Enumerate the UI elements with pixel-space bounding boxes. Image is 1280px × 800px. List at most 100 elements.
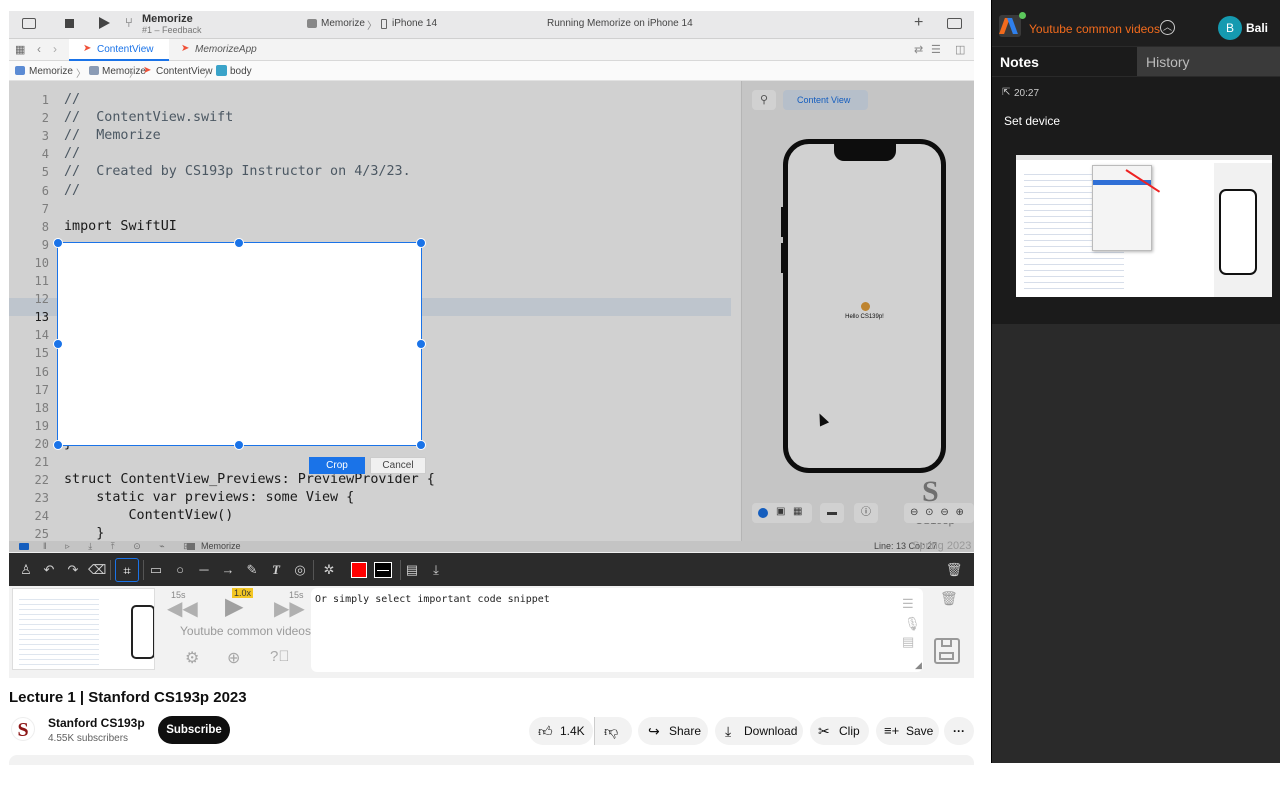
thumbnail-phone [131, 605, 155, 659]
panel-icon[interactable]: ◫ [955, 43, 965, 56]
line-style-swatch[interactable] [374, 562, 392, 578]
scheme-name[interactable]: Memorize [321, 18, 365, 29]
scissors-icon: ✂ [818, 717, 830, 745]
speed-badge[interactable]: 1.0x [232, 588, 253, 598]
description-box[interactable] [9, 755, 974, 765]
list-icon[interactable]: ☰ [931, 43, 941, 56]
rewind-icon[interactable]: ◀◀ [167, 596, 198, 621]
crop-selection[interactable] [58, 243, 421, 445]
rectangle-icon[interactable]: ▭ [147, 561, 165, 579]
dislike-button[interactable]: 👎︎ [594, 717, 632, 745]
settings-icon[interactable]: ⚙ [185, 648, 199, 668]
screenshot-phone [1219, 189, 1257, 275]
swift-icon: ➤ [181, 43, 189, 54]
channel-avatar[interactable]: S [11, 717, 35, 741]
arrow-icon[interactable]: → [219, 561, 237, 579]
note-screenshot[interactable] [1016, 155, 1272, 297]
video-thumbnail[interactable] [12, 588, 155, 670]
share-button[interactable]: ↪ Share [638, 717, 708, 745]
trash-icon[interactable]: 🗑 [945, 561, 963, 579]
download-icon[interactable]: ⤓ [427, 561, 445, 579]
mic-icon[interactable]: 🎙 [904, 616, 921, 632]
stanford-s-icon: S [17, 719, 28, 741]
channel-name[interactable]: Stanford CS193p [48, 716, 145, 730]
chevron-right-icon: 〉 [367, 17, 377, 32]
brush-icon[interactable]: ♙ [17, 561, 35, 579]
device-name[interactable]: iPhone 14 [392, 18, 437, 29]
eraser-icon[interactable]: ⌫ [88, 561, 106, 579]
breadcrumb-item[interactable]: body [230, 66, 252, 77]
online-dot [1019, 12, 1026, 19]
tab-label: ContentView [97, 44, 154, 55]
thumbs-up-icon: 👍︎ [538, 717, 553, 745]
clip-button[interactable]: ✂ Clip [810, 717, 869, 745]
add-icon[interactable]: + [914, 14, 923, 32]
inspector-toggle-icon[interactable] [947, 18, 962, 29]
playlist-title[interactable]: Youtube common videos [1029, 22, 1160, 36]
pen-icon[interactable]: ✎ [243, 561, 261, 579]
save-button[interactable]: ≡+ Save [876, 717, 939, 745]
delete-note-icon[interactable]: 🗑 [940, 590, 958, 607]
breadcrumb: Memorize 〉 Memorize 〉 ➤ ContentView 〉 bo… [9, 61, 974, 81]
sidebar-toggle-icon [22, 18, 36, 29]
scheme-icon [307, 19, 317, 28]
blur-icon[interactable]: ◎ [291, 561, 309, 579]
split-icon[interactable]: ⇄ [914, 43, 923, 56]
note-card[interactable]: ⇱ 20:27 ⋮ Set device [992, 77, 1280, 324]
editor-tabs: ▦ ‹ › ➤ ContentView ➤ MemorizeApp ⇄ ☰ ◫ [9, 39, 974, 61]
circle-icon[interactable]: ○ [171, 561, 189, 579]
tab-memorizeapp[interactable]: ➤ MemorizeApp [171, 39, 281, 61]
tab-notes[interactable]: Notes [992, 47, 1137, 76]
open-external-icon[interactable]: ⇱ [1002, 87, 1010, 98]
playlist-add-icon: ≡+ [884, 717, 899, 745]
tab-notes-label: Notes [1000, 54, 1039, 70]
breadcrumb-item[interactable]: Memorize [29, 66, 73, 77]
subscribe-button[interactable]: Subscribe [158, 716, 230, 744]
format-list-icon[interactable]: ☰ [902, 596, 914, 612]
note-timestamp[interactable]: 20:27 [1014, 88, 1039, 99]
save-label: Save [906, 717, 933, 745]
tab-contentview[interactable]: ➤ ContentView [69, 39, 169, 61]
like-button[interactable]: 👍︎ 1.4K [529, 717, 593, 745]
notes-sidebar: Youtube common videos ︿ B Bali Notes His… [991, 0, 1280, 763]
chevron-right-icon: 〉 [76, 65, 86, 80]
more-actions-button[interactable]: ··· [944, 717, 974, 745]
forward-icon[interactable]: ▶▶ [274, 596, 305, 621]
layout-icon[interactable]: ▤ [403, 561, 421, 579]
tab-history[interactable]: History [1137, 47, 1280, 76]
grid-icon[interactable]: ▦ [15, 43, 25, 56]
cancel-crop-button[interactable]: Cancel [370, 457, 426, 474]
resize-handle-icon[interactable]: ◢ [915, 660, 922, 671]
save-note-icon[interactable] [934, 638, 960, 664]
sidebar-tabs: Notes History [992, 47, 1280, 76]
video-player[interactable]: ⑂ Memorize #1 – Feedback Memorize 〉 iPho… [9, 11, 974, 586]
color-swatch[interactable] [351, 562, 367, 578]
line-icon[interactable]: ─ [195, 561, 213, 579]
comment-icon[interactable]: ▤ [902, 634, 914, 650]
share-icon: ↪ [648, 717, 660, 745]
screenshot-dropdown [1092, 165, 1152, 251]
magic-icon[interactable]: ✲ [320, 561, 338, 579]
divider [110, 560, 111, 580]
divider [313, 560, 314, 580]
user-avatar[interactable]: B [1218, 16, 1242, 40]
add-note-icon[interactable]: ⊕ [227, 648, 240, 668]
crop-tool-icon[interactable]: ⌗ [115, 558, 139, 582]
drawing-toolbar: ♙ ↶ ↷ ⌫ ⌗ ▭ ○ ─ → ✎ T ◎ ✲ ▤ ⤓ 🗑 [9, 553, 974, 586]
crop-button[interactable]: Crop [309, 457, 365, 474]
back-icon[interactable]: ‹ [37, 42, 41, 56]
text-icon[interactable]: T [267, 561, 285, 579]
note-menu-icon[interactable]: ⋮ [1276, 82, 1280, 96]
like-count: 1.4K [560, 717, 585, 745]
forward-icon[interactable]: › [53, 42, 57, 56]
user-name: Bali [1246, 21, 1268, 35]
help-icon[interactable]: ?⃝ [270, 648, 290, 665]
undo-icon[interactable]: ↶ [40, 561, 58, 579]
note-textarea[interactable]: Or simply select important code snippet [311, 588, 923, 672]
redo-icon[interactable]: ↷ [64, 561, 82, 579]
chevron-up-icon[interactable]: ︿ [1160, 20, 1175, 35]
playlist-label[interactable]: Youtube common videos [180, 624, 311, 638]
breadcrumb-item[interactable]: Memorize [102, 66, 146, 77]
download-button[interactable]: ⤓ Download [715, 717, 803, 745]
chevron-right-icon: 〉 [129, 65, 139, 80]
